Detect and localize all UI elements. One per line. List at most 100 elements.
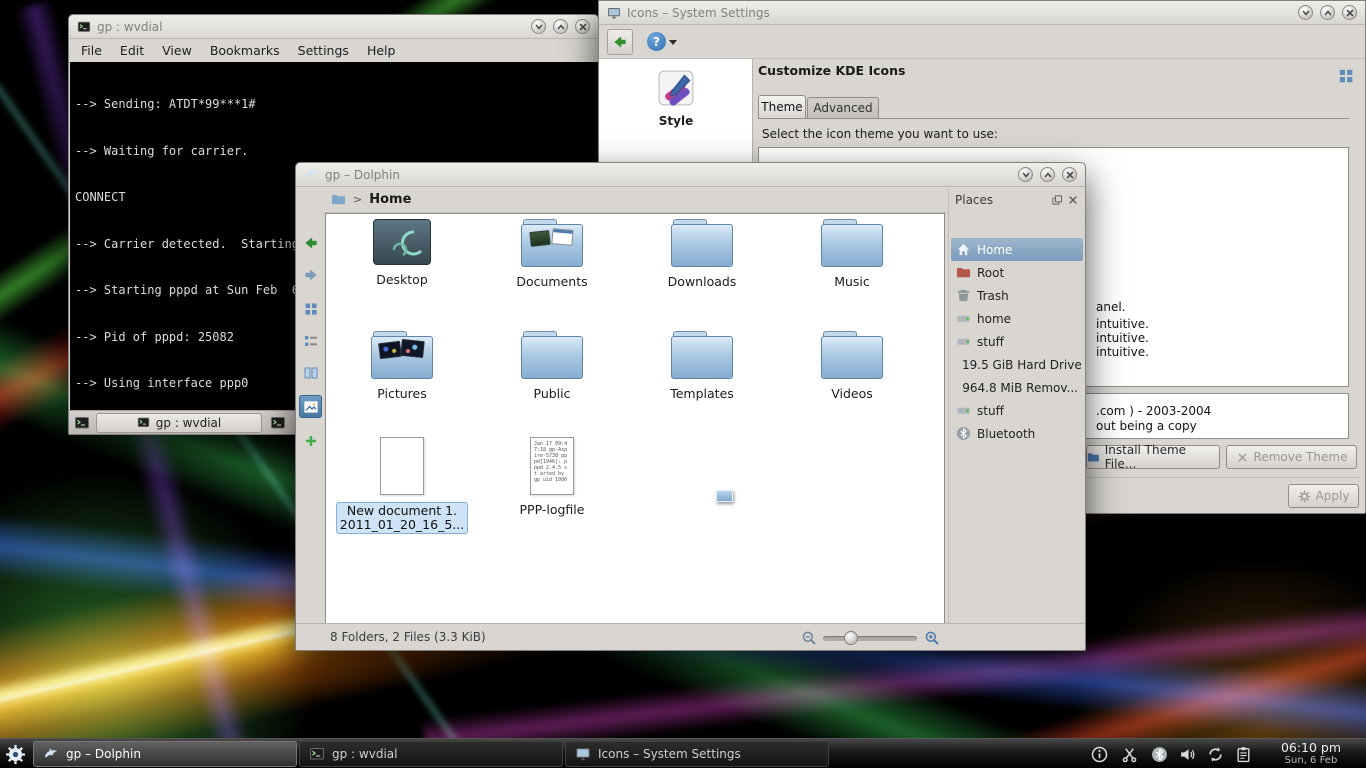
- new-tab-button[interactable]: [72, 413, 92, 433]
- task-label: Icons – System Settings: [598, 747, 741, 761]
- folder-item-documents[interactable]: Documents: [477, 219, 627, 289]
- breadcrumb-root-button[interactable]: [331, 192, 346, 207]
- place-hard-drive[interactable]: 19.5 GiB Hard Drive: [951, 353, 1083, 376]
- place-removable[interactable]: 964.8 MiB Remov...: [951, 376, 1083, 399]
- place-bluetooth[interactable]: Bluetooth: [951, 422, 1083, 445]
- menu-bookmarks[interactable]: Bookmarks: [210, 43, 280, 58]
- place-root[interactable]: Root: [951, 261, 1083, 284]
- music-folder-icon: [821, 219, 883, 267]
- minimize-button[interactable]: [1298, 5, 1313, 20]
- bluetooth-tray-icon[interactable]: [1149, 744, 1169, 764]
- logfile-preview-text: Jan 17 09:4 7:18 gp-Asp ire-5738 pp pd[1…: [534, 441, 570, 491]
- pictures-folder-icon: [371, 331, 433, 379]
- place-label: stuff: [977, 404, 1004, 418]
- place-stuff[interactable]: stuff: [951, 330, 1083, 353]
- menu-file[interactable]: File: [81, 43, 102, 58]
- notifications-tray-icon[interactable]: [1089, 744, 1109, 764]
- settings-titlebar[interactable]: Icons – System Settings: [599, 1, 1365, 25]
- minimize-button[interactable]: [1018, 167, 1033, 182]
- icons-view-button[interactable]: [299, 297, 322, 320]
- sidebar-item-style[interactable]: Style: [599, 69, 753, 128]
- task-dolphin[interactable]: gp – Dolphin: [33, 741, 297, 767]
- close-button[interactable]: [575, 19, 590, 34]
- columns-view-button[interactable]: [299, 361, 322, 384]
- overview-grid-icon[interactable]: [1337, 65, 1355, 83]
- place-label: Trash: [977, 289, 1009, 303]
- selected-file-label: New document 1. 2011_01_20_16_5...: [336, 502, 468, 534]
- menu-help[interactable]: Help: [367, 43, 396, 58]
- zoom-slider-handle[interactable]: [844, 631, 858, 645]
- public-folder-icon: [521, 331, 583, 379]
- close-button[interactable]: [1342, 5, 1357, 20]
- remove-theme-button[interactable]: Remove Theme: [1226, 445, 1357, 469]
- zoom-in-icon[interactable]: [924, 630, 940, 646]
- theme-list-text-fragment: anel.: [1096, 300, 1126, 314]
- theme-list-text-fragment: intuitive.: [1096, 345, 1149, 359]
- place-label: 19.5 GiB Hard Drive: [962, 358, 1082, 372]
- tab-list-button[interactable]: [268, 413, 288, 433]
- clock[interactable]: 06:10 pm Sun, 6 Feb: [1262, 740, 1360, 768]
- float-panel-icon[interactable]: [1051, 194, 1063, 206]
- tab-theme[interactable]: Theme: [758, 95, 806, 119]
- apply-button[interactable]: Apply: [1288, 484, 1359, 508]
- place-home[interactable]: Home: [951, 238, 1083, 261]
- bluetooth-icon: [956, 426, 971, 441]
- back-button[interactable]: [607, 29, 633, 55]
- help-dropdown-caret-icon[interactable]: [669, 40, 677, 45]
- place-trash[interactable]: Trash: [951, 284, 1083, 307]
- dolphin-window-title: gp – Dolphin: [325, 168, 400, 182]
- place-home-partition[interactable]: home: [951, 307, 1083, 330]
- terminal-menubar: File Edit View Bookmarks Settings Help: [69, 39, 598, 62]
- folder-item-public[interactable]: Public: [477, 331, 627, 401]
- task-wvdial[interactable]: gp : wvdial: [299, 741, 563, 767]
- volume-tray-icon[interactable]: [1177, 744, 1197, 764]
- help-icon[interactable]: ?: [647, 32, 666, 51]
- zoom-slider[interactable]: [823, 636, 917, 641]
- trash-icon: [956, 288, 971, 303]
- folder-item-desktop[interactable]: Desktop: [327, 219, 477, 287]
- folder-item-music[interactable]: Music: [777, 219, 927, 289]
- install-theme-button[interactable]: Install Theme File...: [1086, 445, 1220, 469]
- menu-settings[interactable]: Settings: [298, 43, 349, 58]
- folder-item-pictures[interactable]: Pictures: [327, 331, 477, 401]
- zoom-out-icon[interactable]: [801, 630, 817, 646]
- dolphin-task-icon: [43, 746, 59, 762]
- breadcrumb-home[interactable]: Home: [369, 192, 411, 207]
- sidebar-item-style-label: Style: [599, 114, 753, 128]
- kde-launcher-button[interactable]: [3, 742, 28, 767]
- maximize-button[interactable]: [553, 19, 568, 34]
- folder-item-videos[interactable]: Videos: [777, 331, 927, 401]
- klipper-actions-tray-icon[interactable]: [1119, 744, 1139, 764]
- file-item-ppp-logfile[interactable]: Jan 17 09:4 7:18 gp-Asp ire-5738 pp pd[1…: [477, 437, 627, 517]
- menu-view[interactable]: View: [162, 43, 192, 58]
- minimize-button[interactable]: [531, 19, 546, 34]
- task-system-settings[interactable]: Icons – System Settings: [565, 741, 829, 767]
- back-button[interactable]: [299, 231, 322, 254]
- details-view-button[interactable]: [299, 329, 322, 352]
- breadcrumb-separator: >: [353, 193, 362, 206]
- clipboard-tray-icon[interactable]: [1233, 744, 1253, 764]
- place-label: Bluetooth: [977, 427, 1035, 441]
- folder-item-templates[interactable]: Templates: [627, 331, 777, 401]
- settings-heading: Customize KDE Icons: [758, 63, 905, 78]
- file-item-new-document[interactable]: New document 1. 2011_01_20_16_5...: [327, 437, 477, 534]
- forward-button[interactable]: [299, 263, 322, 286]
- maximize-button[interactable]: [1320, 5, 1335, 20]
- sync-tray-icon[interactable]: [1205, 744, 1225, 764]
- place-label: 964.8 MiB Remov...: [962, 381, 1078, 395]
- folder-item-downloads[interactable]: Downloads: [627, 219, 777, 289]
- close-button[interactable]: [1062, 167, 1077, 182]
- place-stuff-2[interactable]: stuff: [951, 399, 1083, 422]
- terminal-titlebar[interactable]: gp : wvdial: [69, 15, 598, 39]
- preview-toggle-button[interactable]: [299, 395, 322, 418]
- terminal-tab[interactable]: gp : wvdial: [96, 413, 262, 433]
- split-view-button[interactable]: [299, 429, 322, 452]
- style-icon: [657, 69, 695, 107]
- close-panel-icon[interactable]: [1067, 194, 1079, 206]
- dolphin-titlebar[interactable]: gp – Dolphin: [296, 163, 1085, 187]
- maximize-button[interactable]: [1040, 167, 1055, 182]
- desktop[interactable]: gp : wvdial File Edit View Bookmarks Set…: [0, 0, 1366, 768]
- menu-edit[interactable]: Edit: [120, 43, 144, 58]
- videos-folder-icon: [821, 331, 883, 379]
- tab-advanced[interactable]: Advanced: [807, 97, 879, 119]
